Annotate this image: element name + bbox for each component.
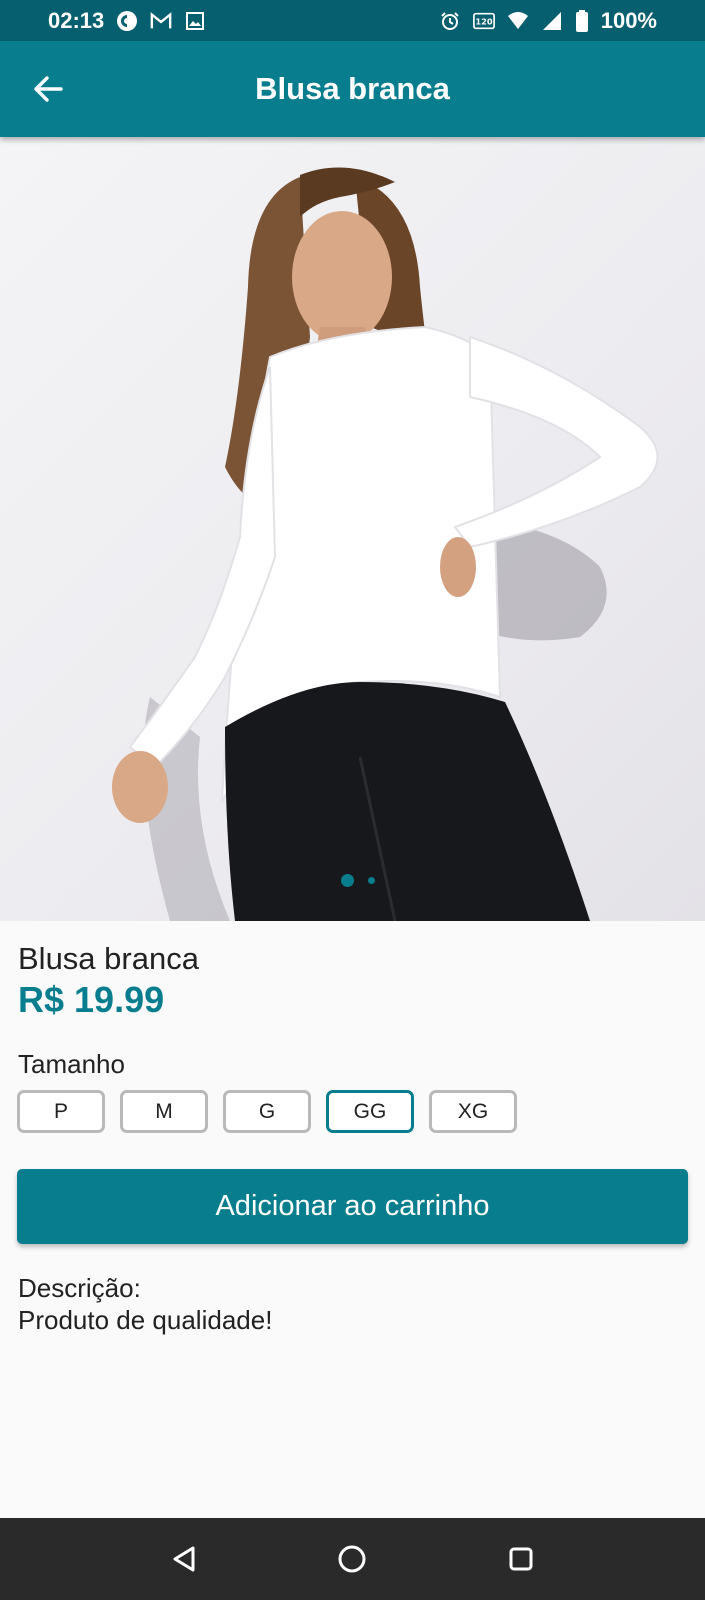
add-to-cart-button[interactable]: Adicionar ao carrinho [17,1169,688,1244]
product-info: Blusa branca R$ 19.99 [18,940,688,1022]
carousel-dot-1[interactable] [340,874,354,887]
alarm-icon [439,10,461,32]
battery-icon [575,9,589,32]
signal-icon [541,10,563,32]
pocket-casts-icon [116,10,138,32]
gmail-icon [150,10,172,32]
size-option-xg[interactable]: XG [429,1090,517,1133]
recents-square-icon [509,1547,533,1571]
back-triangle-icon [173,1546,195,1572]
page-title: Blusa branca [255,71,450,106]
home-circle-icon [338,1545,366,1573]
add-to-cart-label: Adicionar ao carrinho [215,1190,490,1222]
status-bar: 02:13 120 100% [0,0,705,41]
carousel-dots [0,874,705,887]
wifi-icon [507,10,529,32]
description-title: Descrição: [18,1273,141,1303]
image-icon [184,10,206,32]
product-name: Blusa branca [18,941,199,976]
product-price: R$ 19.99 [18,979,165,1020]
description-text: Produto de qualidade! [18,1305,273,1335]
svg-text:120: 120 [475,16,492,26]
app-bar: Blusa branca [0,41,705,137]
nav-home-button[interactable] [328,1535,376,1583]
product-image-carousel[interactable] [0,137,705,921]
arrow-left-icon [34,76,63,102]
size-option-g[interactable]: G [223,1090,311,1133]
refresh-rate-120-icon: 120 [472,10,495,32]
system-nav-bar [0,1518,705,1600]
size-option-p[interactable]: P [17,1090,105,1133]
nav-back-button[interactable] [160,1535,208,1583]
size-selector: P M G GG XG [17,1090,517,1133]
size-label: Tamanho [18,1049,125,1079]
battery-percent: 100% [600,7,657,33]
back-button[interactable] [26,67,70,111]
status-right: 120 100% [439,8,657,34]
nav-recents-button[interactable] [497,1535,545,1583]
size-option-gg[interactable]: GG [326,1090,414,1133]
status-time: 02:13 [48,7,105,33]
size-option-m[interactable]: M [120,1090,208,1133]
product-photo [112,167,659,921]
carousel-dot-2[interactable] [367,877,375,884]
description-section: Descrição: Produto de qualidade! [18,1272,272,1336]
status-left: 02:13 [48,8,206,34]
